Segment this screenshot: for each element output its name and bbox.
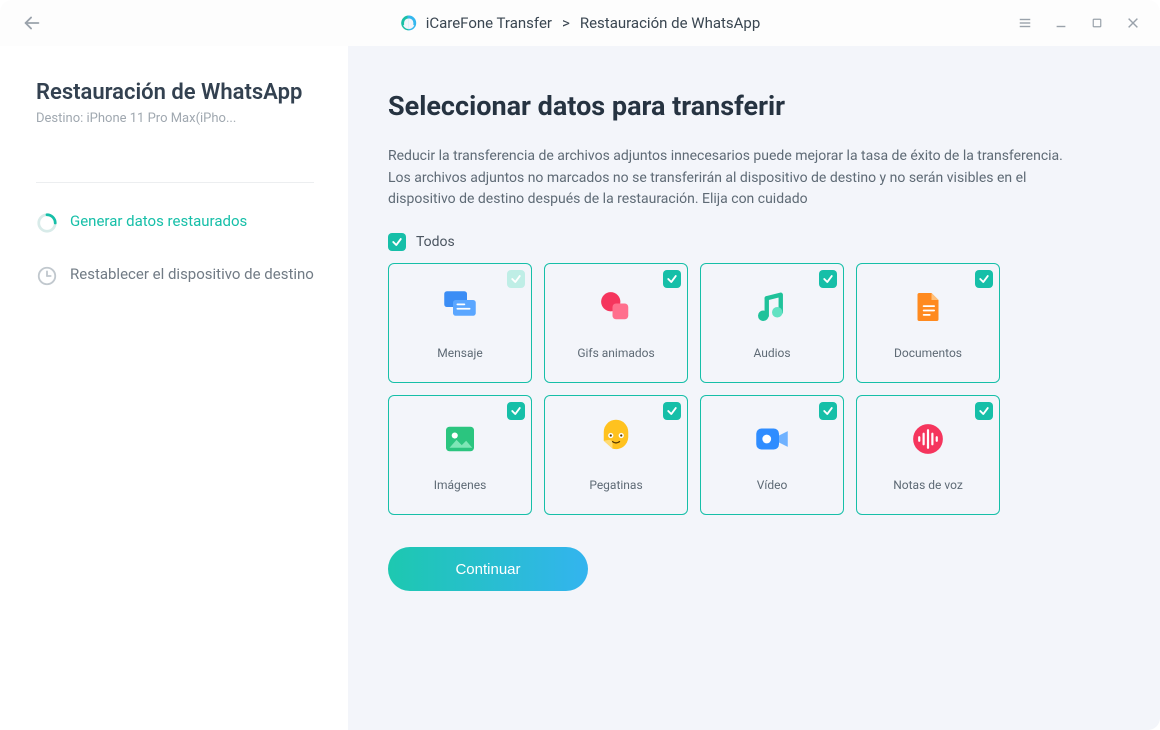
card-checkbox[interactable] — [663, 402, 681, 420]
body: Restauración de WhatsApp Destino: iPhone… — [0, 46, 1160, 730]
gif-icon — [595, 286, 637, 328]
page-title: Seleccionar datos para transferir — [388, 90, 1100, 122]
data-grid: Mensaje Gifs animados — [388, 263, 1100, 515]
document-icon — [907, 286, 949, 328]
spinner-icon — [36, 212, 58, 234]
card-label: Documentos — [894, 346, 962, 360]
card-pegatinas[interactable]: Pegatinas — [544, 395, 688, 515]
check-icon — [666, 273, 678, 285]
minimize-button[interactable] — [1052, 14, 1070, 32]
back-arrow-icon — [21, 12, 43, 34]
card-gifs[interactable]: Gifs animados — [544, 263, 688, 383]
check-icon — [822, 405, 834, 417]
continue-label: Continuar — [455, 561, 520, 578]
sidebar-divider — [36, 182, 314, 183]
check-icon — [978, 273, 990, 285]
check-icon — [666, 405, 678, 417]
step-label: Generar datos restaurados — [70, 211, 247, 231]
app-name: iCareFone Transfer — [426, 14, 552, 32]
close-icon — [1126, 16, 1140, 30]
page-description: Reducir la transferencia de archivos adj… — [388, 146, 1088, 211]
sidebar-subtitle: Destino: iPhone 11 Pro Max(iPho... — [36, 111, 314, 126]
check-icon — [510, 405, 522, 417]
back-button[interactable] — [18, 9, 46, 37]
continue-button[interactable]: Continuar — [388, 547, 588, 591]
audio-icon — [751, 286, 793, 328]
app-window: iCareFone Transfer > Restauración de Wha… — [0, 0, 1160, 730]
menu-button[interactable] — [1016, 14, 1034, 32]
titlebar: iCareFone Transfer > Restauración de Wha… — [0, 0, 1160, 46]
video-icon — [751, 418, 793, 460]
minimize-icon — [1054, 16, 1068, 30]
card-checkbox[interactable] — [507, 270, 525, 288]
card-checkbox[interactable] — [819, 270, 837, 288]
card-label: Pegatinas — [589, 478, 642, 492]
main-content: Seleccionar datos para transferir Reduci… — [348, 46, 1160, 730]
sidebar: Restauración de WhatsApp Destino: iPhone… — [0, 46, 348, 730]
card-label: Vídeo — [757, 478, 788, 492]
message-icon — [439, 286, 481, 328]
select-all-label: Todos — [416, 234, 455, 250]
title-center: iCareFone Transfer > Restauración de Wha… — [400, 14, 761, 32]
maximize-button[interactable] — [1088, 14, 1106, 32]
clock-icon — [36, 265, 58, 287]
card-checkbox[interactable] — [819, 402, 837, 420]
card-label: Mensaje — [437, 346, 482, 360]
close-button[interactable] — [1124, 14, 1142, 32]
select-all-checkbox[interactable] — [388, 233, 406, 251]
sidebar-title: Restauración de WhatsApp — [36, 80, 314, 105]
window-controls — [1016, 14, 1142, 32]
step-generate-data: Generar datos restaurados — [36, 211, 314, 234]
card-video[interactable]: Vídeo — [700, 395, 844, 515]
card-label: Audios — [753, 346, 790, 360]
check-icon — [978, 405, 990, 417]
breadcrumb: Restauración de WhatsApp — [580, 14, 760, 32]
card-checkbox[interactable] — [975, 402, 993, 420]
card-label: Imágenes — [434, 478, 487, 492]
card-documentos[interactable]: Documentos — [856, 263, 1000, 383]
check-icon — [510, 273, 522, 285]
card-notas-voz[interactable]: Notas de voz — [856, 395, 1000, 515]
card-checkbox[interactable] — [507, 402, 525, 420]
image-icon — [439, 418, 481, 460]
breadcrumb-separator: > — [562, 14, 570, 32]
card-audios[interactable]: Audios — [700, 263, 844, 383]
card-label: Notas de voz — [893, 478, 963, 492]
sticker-icon — [595, 418, 637, 460]
step-label: Restablecer el dispositivo de destino — [70, 264, 314, 284]
maximize-icon — [1091, 17, 1103, 29]
card-checkbox[interactable] — [663, 270, 681, 288]
voice-icon — [907, 418, 949, 460]
select-all-row: Todos — [388, 233, 1100, 251]
menu-icon — [1018, 16, 1032, 30]
check-icon — [391, 236, 403, 248]
card-mensaje[interactable]: Mensaje — [388, 263, 532, 383]
card-imagenes[interactable]: Imágenes — [388, 395, 532, 515]
card-label: Gifs animados — [577, 346, 654, 360]
step-reset-device: Restablecer el dispositivo de destino — [36, 264, 314, 287]
app-logo-icon — [400, 14, 418, 32]
check-icon — [822, 273, 834, 285]
card-checkbox[interactable] — [975, 270, 993, 288]
